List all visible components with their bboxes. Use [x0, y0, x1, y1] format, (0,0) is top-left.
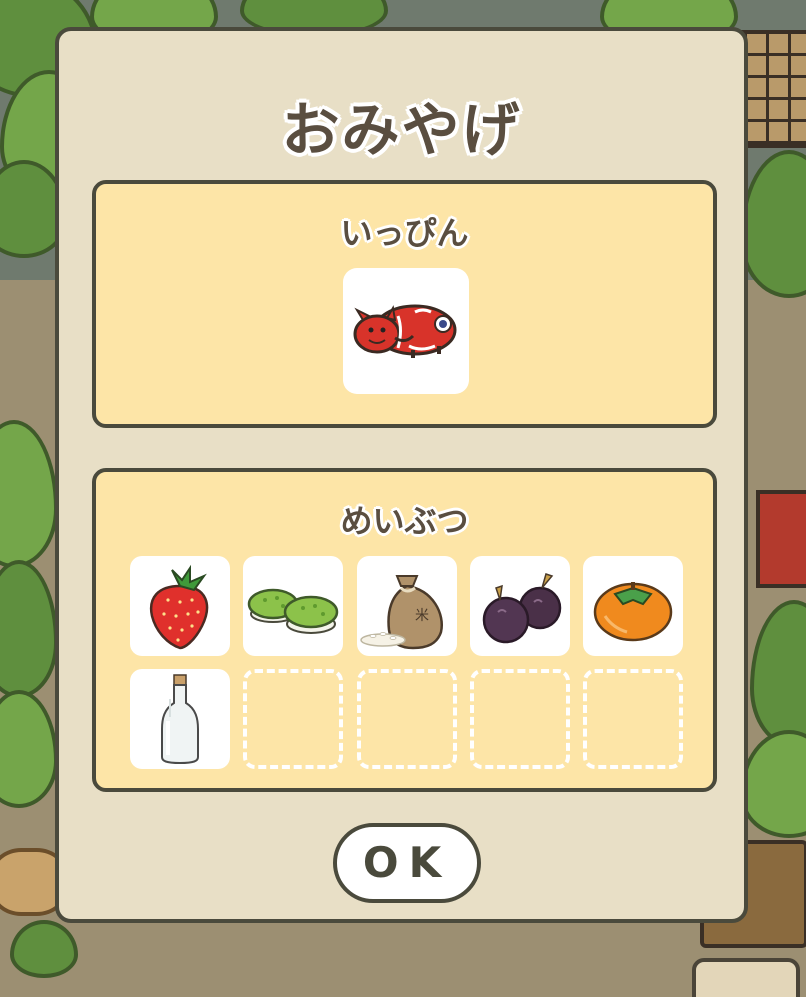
empty-item-slot	[583, 669, 683, 769]
local-specialties-title: めいぶつ	[340, 502, 469, 540]
rice-bag-icon: 米	[360, 575, 443, 650]
dialog-title: おみやげ	[281, 96, 522, 164]
glass-bottle-icon	[161, 674, 199, 765]
empty-item-slot	[470, 669, 570, 769]
background-menu-button[interactable]	[692, 958, 800, 997]
background-mailbox	[756, 490, 806, 588]
strawberry-icon	[149, 564, 209, 650]
item-slot-glass-bottle[interactable]	[130, 669, 230, 769]
item-slot-grapes[interactable]	[470, 556, 570, 656]
item-slot-rice-bag[interactable]: 米	[357, 556, 457, 656]
empty-item-slot	[243, 669, 343, 769]
specialty-panel: いっぴん	[92, 180, 717, 428]
empty-item-slot	[357, 669, 457, 769]
green-mochi-icon	[247, 588, 339, 634]
ok-button[interactable]: OK	[333, 823, 481, 903]
background-lattice	[740, 30, 806, 148]
persimmon-icon	[593, 582, 673, 642]
red-cow-toy-icon	[353, 304, 457, 358]
souvenir-dialog: おみやげ いっぴん めいぶつ 米 OK	[55, 27, 748, 923]
specialty-item-slot[interactable]	[343, 268, 469, 394]
item-slot-persimmon[interactable]	[583, 556, 683, 656]
item-slot-green-mochi[interactable]	[243, 556, 343, 656]
grapes-icon	[482, 573, 562, 644]
item-slot-strawberry[interactable]	[130, 556, 230, 656]
specialty-title: いっぴん	[340, 214, 469, 252]
local-specialties-panel: めいぶつ 米	[92, 468, 717, 792]
svg-text:米: 米	[415, 608, 429, 624]
